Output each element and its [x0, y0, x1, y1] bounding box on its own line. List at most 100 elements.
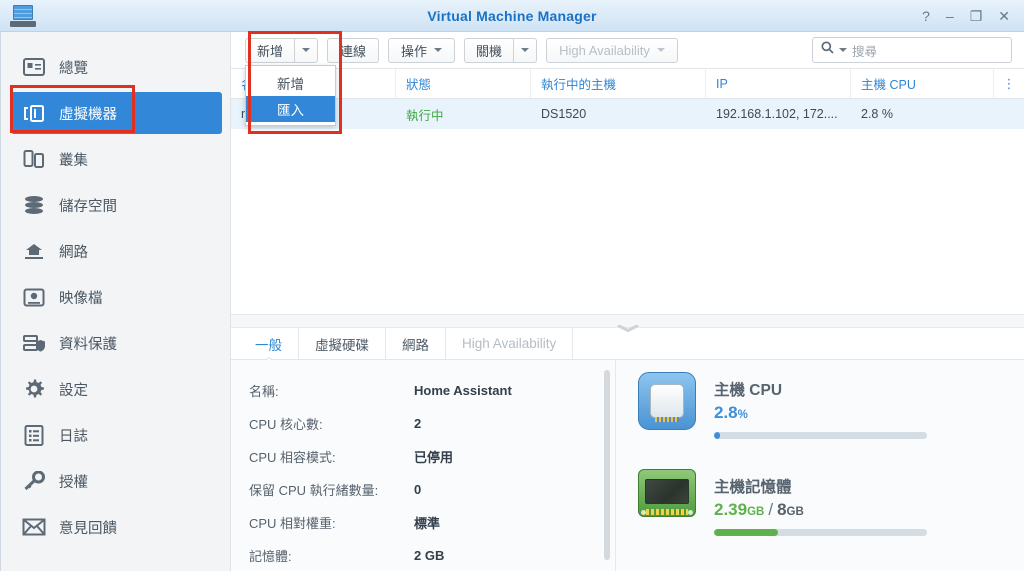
chevron-down-icon	[521, 48, 530, 52]
high-availability-label: High Availability	[559, 42, 650, 58]
column-header-status[interactable]: 狀態	[396, 69, 531, 98]
chevron-down-icon	[656, 48, 665, 52]
title-bar: Virtual Machine Manager ? – ❐ ✕	[0, 0, 1024, 32]
cell-ip: 192.168.1.102, 172....	[716, 107, 838, 121]
high-availability-button[interactable]: High Availability	[546, 37, 678, 63]
sidebar-item-label: 資料保護	[59, 336, 117, 353]
create-split-button: 新增	[245, 37, 319, 63]
maximize-button[interactable]: ❐	[970, 9, 983, 23]
connect-button[interactable]: 連線	[327, 37, 380, 63]
sidebar-item-feedback[interactable]: 意見回饋	[11, 506, 222, 548]
table-header: 名稱 狀態 執行中的主機 IP 主機 CPU ⋮	[231, 69, 1024, 99]
tab-general[interactable]: 一般	[239, 328, 299, 359]
stat-title: 主機 CPU	[714, 382, 783, 399]
collapse-chevron-icon[interactable]	[617, 319, 639, 332]
action-button[interactable]: 操作	[388, 37, 456, 63]
stat-title: 主機記憶體	[714, 479, 792, 496]
search-input[interactable]: 搜尋	[812, 37, 1012, 63]
ram-module-icon	[638, 469, 696, 517]
sidebar-item-log[interactable]: 日誌	[11, 414, 222, 456]
column-options-icon[interactable]: ⋮	[994, 69, 1024, 98]
chevron-down-icon	[302, 48, 311, 52]
property-row: CPU 相容模式: 已停用	[249, 440, 615, 473]
detail-body: 名稱: Home Assistant CPU 核心數: 2 CPU 相容模式: …	[231, 360, 1024, 571]
sidebar-item-image-file[interactable]: 映像檔	[11, 276, 222, 318]
cpu-chip-icon	[638, 372, 696, 430]
sidebar-item-label: 映像檔	[59, 290, 103, 307]
overview-icon	[21, 54, 47, 80]
feedback-envelope-icon	[21, 514, 47, 540]
menu-item-import[interactable]: 匯入	[246, 96, 335, 122]
column-header-host-cpu[interactable]: 主機 CPU	[851, 69, 994, 98]
search-filter-chevron-icon[interactable]	[839, 48, 847, 52]
sidebar-item-label: 意見回饋	[59, 520, 117, 537]
sidebar-item-label: 儲存空間	[59, 198, 117, 215]
sidebar-item-cluster[interactable]: 叢集	[11, 138, 222, 180]
image-file-icon	[21, 284, 47, 310]
sidebar-item-settings[interactable]: 設定	[11, 368, 222, 410]
detail-tabs: 一般 虛擬硬碟 網路 High Availability	[231, 328, 1024, 360]
create-dropdown-menu: 新增 匯入	[245, 65, 336, 126]
property-label: CPU 相對權重:	[249, 516, 336, 531]
property-value: 已停用	[414, 450, 454, 465]
window-body: 總覽 虛擬機器 叢集 儲存空間 網路 映像檔 資料保護 設定 日誌 授權 意見回…	[0, 32, 1024, 571]
sidebar-item-label: 授權	[59, 474, 88, 491]
window-title: Virtual Machine Manager	[427, 7, 597, 24]
search-icon	[821, 41, 834, 59]
property-value: 標準	[414, 516, 441, 531]
create-dropdown-toggle[interactable]	[294, 37, 319, 63]
sidebar-item-data-protection[interactable]: 資料保護	[11, 322, 222, 364]
log-icon	[21, 422, 47, 448]
tab-virtual-disk[interactable]: 虛擬硬碟	[299, 328, 386, 359]
property-row: CPU 相對權重: 標準	[249, 506, 615, 539]
settings-gear-icon	[21, 376, 47, 402]
sidebar-item-virtual-machine[interactable]: 虛擬機器	[11, 92, 222, 134]
tab-network[interactable]: 網路	[386, 328, 446, 359]
action-button-label: 操作	[401, 43, 428, 59]
sidebar-item-label: 網路	[59, 244, 88, 261]
property-label: CPU 相容模式:	[249, 450, 336, 465]
cluster-icon	[21, 146, 47, 172]
properties-scrollbar[interactable]	[604, 370, 610, 560]
memory-progress-bar	[714, 529, 927, 536]
stat-unit: %	[737, 409, 748, 421]
sidebar-item-network[interactable]: 網路	[11, 230, 222, 272]
property-label: 名稱:	[249, 384, 279, 399]
toolbar: 新增 連線 操作 關機 High Availability 搜尋 新增 匯入	[231, 32, 1024, 126]
column-header-host[interactable]: 執行中的主機	[531, 69, 706, 98]
stat-number: 2.8	[714, 403, 738, 422]
table-row[interactable]: nt 執行中 DS1520 192.168.1.102, 172.... 2.8…	[231, 99, 1024, 129]
create-button[interactable]: 新增	[245, 37, 295, 63]
sidebar-item-label: 虛擬機器	[59, 106, 117, 123]
stat-host-cpu: 主機 CPU 2.8%	[638, 372, 1002, 439]
property-label: CPU 核心數:	[249, 417, 323, 432]
storage-icon	[21, 192, 47, 218]
stat-host-memory: 主機記憶體 2.39GB/8GB	[638, 469, 1002, 536]
sidebar-item-storage[interactable]: 儲存空間	[11, 184, 222, 226]
help-button[interactable]: ?	[922, 9, 930, 23]
sidebar-item-overview[interactable]: 總覽	[11, 46, 222, 88]
panel-splitter[interactable]	[231, 314, 1024, 332]
property-label: 記憶體:	[249, 549, 292, 564]
tab-high-availability[interactable]: High Availability	[446, 328, 574, 359]
property-row: CPU 核心數: 2	[249, 407, 615, 440]
detail-panel: 一般 虛擬硬碟 網路 High Availability 名稱: Home As…	[231, 328, 1024, 571]
shutdown-button[interactable]: 關機	[464, 37, 514, 63]
cell-host: DS1520	[541, 107, 587, 121]
shutdown-split-button: 關機	[464, 37, 538, 63]
window-controls: ? – ❐ ✕	[922, 9, 1024, 23]
sidebar-item-label: 叢集	[59, 152, 88, 169]
property-value: Home Assistant	[414, 383, 512, 398]
sidebar-item-label: 日誌	[59, 428, 88, 445]
sidebar-item-label: 總覽	[59, 60, 88, 77]
menu-item-create[interactable]: 新增	[246, 70, 335, 96]
column-header-ip[interactable]: IP	[706, 69, 851, 98]
minimize-button[interactable]: –	[946, 9, 954, 23]
shutdown-dropdown-toggle[interactable]	[513, 37, 538, 63]
sidebar-item-label: 設定	[59, 382, 88, 399]
data-protection-icon	[21, 330, 47, 356]
stat-number: 2.39	[714, 500, 748, 519]
sidebar-item-license[interactable]: 授權	[11, 460, 222, 502]
close-button[interactable]: ✕	[998, 9, 1010, 23]
chevron-down-icon	[434, 48, 443, 52]
